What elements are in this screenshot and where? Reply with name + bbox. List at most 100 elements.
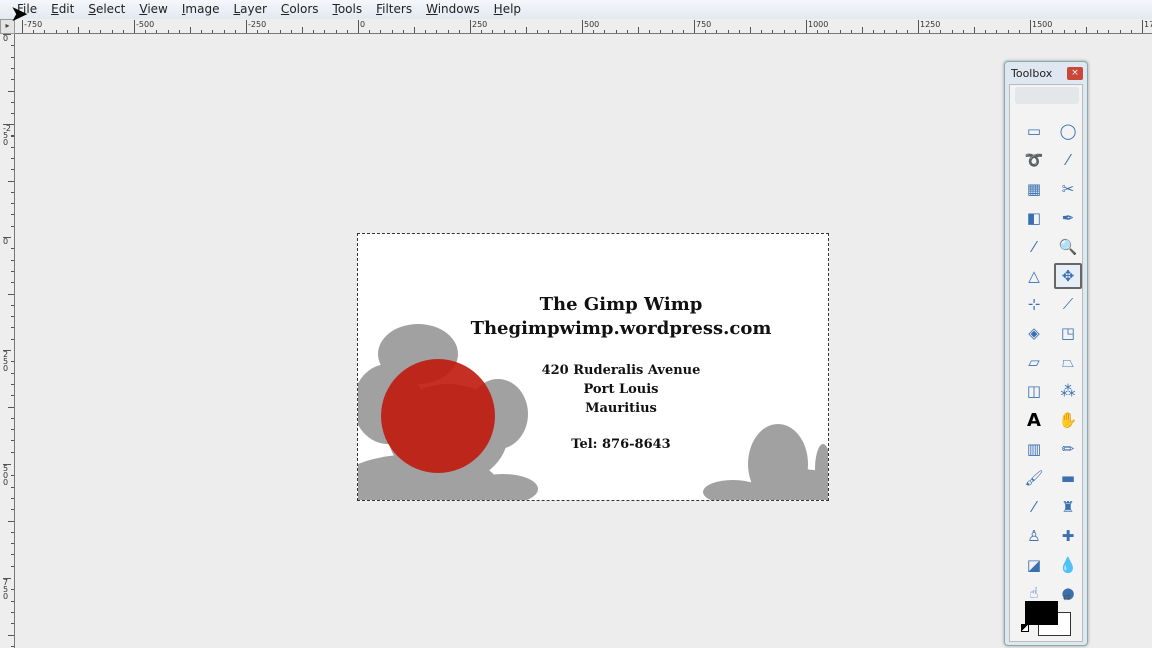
ruler-label: 17 xyxy=(1142,20,1152,33)
ruler-tick xyxy=(772,30,774,33)
ruler-tick xyxy=(705,30,707,33)
image-canvas[interactable]: The Gimp Wimp Thegimpwimp.wordpress.com … xyxy=(357,233,829,501)
card-address-line2: Port Louis xyxy=(583,382,659,397)
menu-help[interactable]: Help xyxy=(487,0,528,19)
ruler-tick xyxy=(11,146,14,148)
ruler-tick xyxy=(817,30,819,33)
ruler-tick xyxy=(514,30,516,33)
rect-select-tool-icon[interactable]: ▭ xyxy=(1020,118,1048,144)
ruler-tick xyxy=(604,30,606,33)
ruler-tick xyxy=(11,214,14,216)
ruler-tick xyxy=(346,30,348,33)
ruler-tick xyxy=(11,113,14,115)
default-colors-icon[interactable] xyxy=(1021,624,1029,632)
move-tool-icon[interactable]: ✥ xyxy=(1054,262,1082,289)
ruler-tick xyxy=(750,27,751,33)
ruler-tick xyxy=(548,30,550,33)
menu-tools[interactable]: Tools xyxy=(326,0,370,19)
menu-edit[interactable]: Edit xyxy=(44,0,81,19)
foreground-select-tool-icon[interactable]: ◧ xyxy=(1020,205,1048,231)
ruler-tick xyxy=(11,451,14,453)
ruler-tick xyxy=(11,589,14,591)
paths-tool-icon[interactable]: ✒ xyxy=(1054,205,1082,231)
ruler-tick xyxy=(436,30,438,33)
heal-tool-icon[interactable]: ✚ xyxy=(1054,523,1082,549)
menu-image[interactable]: Image xyxy=(175,0,227,19)
scale-tool-icon[interactable]: ◳ xyxy=(1054,320,1082,346)
text-tool-icon[interactable]: A xyxy=(1020,407,1048,433)
ruler-tick xyxy=(89,30,91,33)
ruler-tick xyxy=(850,30,852,33)
ruler-tick xyxy=(962,30,964,33)
ink-tool-icon[interactable]: ♜ xyxy=(1054,494,1082,520)
scissors-select-tool-icon[interactable]: ✂ xyxy=(1054,176,1082,202)
ruler-tick xyxy=(11,417,14,419)
ruler-tick xyxy=(257,30,259,33)
foreground-color-swatch[interactable] xyxy=(1025,601,1058,625)
clone-tool-icon[interactable]: ♙ xyxy=(1020,523,1048,549)
ruler-tick xyxy=(884,30,886,33)
ruler-tick xyxy=(873,30,875,33)
blur-sharpen-tool-icon[interactable]: 💧 xyxy=(1054,552,1082,578)
menu-layer[interactable]: Layer xyxy=(226,0,273,19)
ruler-tick xyxy=(671,30,673,33)
ellipse-select-tool-icon[interactable]: ◯ xyxy=(1054,118,1082,144)
ruler-tick xyxy=(985,30,987,33)
ruler-tick xyxy=(369,30,371,33)
ruler-tick xyxy=(1119,30,1121,33)
menu-windows[interactable]: Windows xyxy=(419,0,487,19)
ruler-label: 0 xyxy=(358,20,365,33)
ruler-tick xyxy=(11,203,14,205)
ruler-tick xyxy=(895,30,897,33)
ruler-label: 0 xyxy=(3,237,11,246)
menu-filters[interactable]: Filters xyxy=(369,0,419,19)
ruler-tick xyxy=(111,30,113,33)
ruler-tick xyxy=(11,101,14,103)
airbrush-tool-icon[interactable]: ⁄ xyxy=(1020,494,1048,520)
menu-select[interactable]: Select xyxy=(81,0,132,19)
perspective-tool-icon[interactable]: ⏢ xyxy=(1054,349,1082,375)
zoom-tool-icon[interactable]: 🔍 xyxy=(1054,234,1082,260)
ruler-tick xyxy=(11,191,14,193)
horizontal-ruler[interactable]: -750-500-250025050075010001250150017 xyxy=(15,19,1152,34)
paintbrush-tool-icon[interactable]: 🖌 xyxy=(1020,465,1048,491)
free-select-tool-icon[interactable]: ➰ xyxy=(1020,147,1048,173)
measure-tool-icon[interactable]: △ xyxy=(1020,263,1048,289)
align-tool-icon[interactable]: ⊹ xyxy=(1020,291,1048,317)
crop-tool-icon[interactable]: ⟋ xyxy=(1054,291,1082,317)
shear-tool-icon[interactable]: ▱ xyxy=(1020,349,1048,375)
ruler-label: 750 xyxy=(694,20,711,33)
eraser-tool-icon[interactable]: ▬ xyxy=(1054,465,1082,491)
fuzzy-select-tool-icon[interactable]: ⁄ xyxy=(1054,147,1082,173)
ruler-tick xyxy=(391,30,393,33)
ruler-tick xyxy=(638,27,639,33)
select-by-color-tool-icon[interactable]: ▦ xyxy=(1020,176,1048,202)
ruler-tick xyxy=(11,543,14,545)
menu-view[interactable]: View xyxy=(132,0,174,19)
card-address-line3: Mauritius xyxy=(585,401,657,416)
ruler-tick xyxy=(11,486,14,488)
swap-colors-icon[interactable]: ⇄ xyxy=(1063,593,1071,603)
ruler-tick xyxy=(290,30,292,33)
rotate-tool-icon[interactable]: ◈ xyxy=(1020,320,1048,346)
vertical-ruler[interactable]: 0 -250 0 250 500 750 xyxy=(0,34,15,648)
toolbox-title: Toolbox xyxy=(1011,67,1053,80)
ruler-tick xyxy=(716,30,718,33)
flip-tool-icon[interactable]: ◫ xyxy=(1020,378,1048,404)
ruler-tick xyxy=(615,30,617,33)
bucket-fill-tool-icon[interactable]: ✋ xyxy=(1054,407,1082,433)
ruler-tick xyxy=(503,30,505,33)
blend-tool-icon[interactable]: ▥ xyxy=(1020,436,1048,462)
pencil-tool-icon[interactable]: ✏ xyxy=(1054,436,1082,462)
close-icon[interactable]: × xyxy=(1067,67,1083,80)
color-picker-tool-icon[interactable]: ⁄ xyxy=(1020,234,1048,260)
ruler-tick xyxy=(380,30,382,33)
ruler-label: 0 xyxy=(3,34,11,43)
image-drop-area[interactable] xyxy=(1015,87,1079,104)
perspective-clone-tool-icon[interactable]: ◪ xyxy=(1020,552,1048,578)
ruler-tick xyxy=(302,27,303,33)
menu-colors[interactable]: Colors xyxy=(274,0,326,19)
cage-transform-tool-icon[interactable]: ⁂ xyxy=(1054,378,1082,404)
ruler-tick xyxy=(11,135,14,137)
ruler-tick xyxy=(156,30,158,33)
